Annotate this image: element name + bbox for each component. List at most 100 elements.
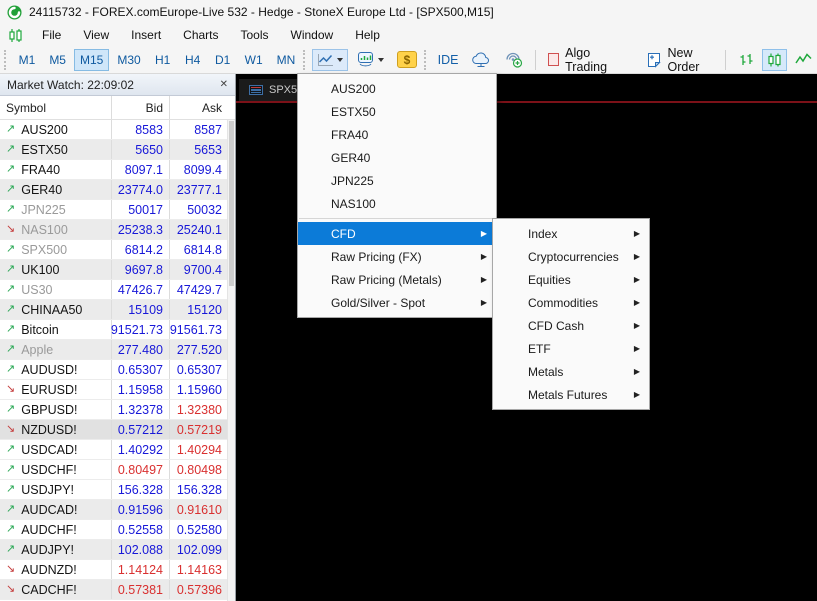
menu-file[interactable]: File [31, 25, 72, 45]
symbol-cell: ↘EURUSD! [0, 380, 112, 399]
bid-value: 1.32378 [112, 400, 170, 419]
menu-insert[interactable]: Insert [120, 25, 172, 45]
timeframe-button-h1[interactable]: H1 [149, 49, 177, 71]
symbol-cell: ↘NZDUSD! [0, 420, 112, 439]
scrollbar[interactable] [227, 120, 235, 601]
menu-charts[interactable]: Charts [172, 25, 229, 45]
column-header-symbol[interactable]: Symbol [0, 96, 112, 119]
ide-button[interactable]: IDE [433, 49, 464, 71]
timeframe-button-w1[interactable]: W1 [239, 49, 269, 71]
market-watch-row[interactable]: ↘EURUSD!1.159581.15960 [0, 380, 235, 400]
menu-tools[interactable]: Tools [230, 25, 280, 45]
menu-item-raw-pricing-fx-[interactable]: Raw Pricing (FX)▶ [298, 245, 496, 268]
toolbar-grip[interactable] [4, 50, 8, 70]
menu-item-aus200[interactable]: AUS200 [298, 77, 496, 100]
column-header-bid[interactable]: Bid [112, 96, 170, 119]
new-order-button[interactable]: New Order [641, 49, 719, 71]
menu-item-raw-pricing-metals-[interactable]: Raw Pricing (Metals)▶ [298, 268, 496, 291]
toolbar-grip[interactable] [424, 50, 428, 70]
search-community-button[interactable] [499, 49, 528, 71]
market-watch-row[interactable]: ↗CHINAA501510915120 [0, 300, 235, 320]
market-watch-row[interactable]: ↗Bitcoin91521.7391561.73 [0, 320, 235, 340]
menu-help[interactable]: Help [344, 25, 391, 45]
submenu-item-cryptocurrencies[interactable]: Cryptocurrencies▶ [493, 245, 649, 268]
market-watch-row[interactable]: ↘CADCHF!0.573810.57396 [0, 580, 235, 600]
timeframe-button-mn[interactable]: MN [271, 49, 302, 71]
symbol-name: AUDCAD! [21, 503, 77, 517]
menu-view[interactable]: View [72, 25, 120, 45]
menu-window[interactable]: Window [280, 25, 345, 45]
ask-value: 156.328 [170, 480, 228, 499]
market-watch-row[interactable]: ↗USDJPY!156.328156.328 [0, 480, 235, 500]
market-watch-row[interactable]: ↗SPX5006814.26814.8 [0, 240, 235, 260]
submenu-item-metals-futures[interactable]: Metals Futures▶ [493, 383, 649, 406]
bid-value: 8583 [112, 120, 170, 139]
line-chart-mode-button[interactable] [790, 49, 817, 71]
symbol-name: AUDUSD! [21, 363, 77, 377]
market-watch-row[interactable]: ↗UK1009697.89700.4 [0, 260, 235, 280]
ask-value: 1.15960 [170, 380, 228, 399]
window-title: 24115732 - FOREX.comEurope-Live 532 - He… [29, 5, 494, 19]
close-icon[interactable]: ✕ [220, 79, 228, 90]
market-watch-row[interactable]: ↗AUDCAD!0.915960.91610 [0, 500, 235, 520]
submenu-item-commodities[interactable]: Commodities▶ [493, 291, 649, 314]
menu-items: FileViewInsertChartsToolsWindowHelp [31, 25, 391, 45]
menu-item-jpn225[interactable]: JPN225 [298, 169, 496, 192]
menu-item-nas100[interactable]: NAS100 [298, 192, 496, 215]
submenu-item-etf[interactable]: ETF▶ [493, 337, 649, 360]
menu-item-ger40[interactable]: GER40 [298, 146, 496, 169]
symbol-cell: ↗SPX500 [0, 240, 112, 259]
symbol-name: US30 [21, 283, 52, 297]
menu-item-estx50[interactable]: ESTX50 [298, 100, 496, 123]
market-watch-row[interactable]: ↗USDCAD!1.402921.40294 [0, 440, 235, 460]
market-depth-dropdown-button[interactable] [351, 49, 389, 71]
market-watch-row[interactable]: ↗AUDCHF!0.525580.52580 [0, 520, 235, 540]
chart-type-dropdown-button[interactable] [312, 49, 348, 71]
column-header-ask[interactable]: Ask [170, 96, 228, 119]
symbol-name: ESTX50 [21, 143, 68, 157]
market-watch-row[interactable]: ↗JPN2255001750032 [0, 200, 235, 220]
market-watch-row[interactable]: ↗AUS20085838587 [0, 120, 235, 140]
market-watch-row[interactable]: ↗AUDUSD!0.653070.65307 [0, 360, 235, 380]
menu-item-cfd[interactable]: CFD▶ [298, 222, 496, 245]
submenu-item-equities[interactable]: Equities▶ [493, 268, 649, 291]
market-watch-row[interactable]: ↗USDCHF!0.804970.80498 [0, 460, 235, 480]
market-watch-row[interactable]: ↘NZDUSD!0.572120.57219 [0, 420, 235, 440]
market-watch-row[interactable]: ↗AUDJPY!102.088102.099 [0, 540, 235, 560]
symbol-cell: ↘AUDNZD! [0, 560, 112, 579]
market-watch-row[interactable]: ↗Apple277.480277.520 [0, 340, 235, 360]
market-watch-row[interactable]: ↗US3047426.747429.7 [0, 280, 235, 300]
scrollbar-thumb[interactable] [229, 121, 234, 286]
timeframe-button-m5[interactable]: M5 [43, 49, 72, 71]
app-logo-icon[interactable] [7, 5, 22, 20]
bid-value: 25238.3 [112, 220, 170, 239]
timeframe-button-h4[interactable]: H4 [179, 49, 207, 71]
trend-up-icon: ↗ [6, 164, 15, 175]
timeframe-button-m15[interactable]: M15 [74, 49, 109, 71]
dollar-button[interactable]: $ [392, 49, 422, 71]
menu-item-fra40[interactable]: FRA40 [298, 123, 496, 146]
timeframe-button-m30[interactable]: M30 [111, 49, 146, 71]
algo-trading-button[interactable]: Algo Trading [543, 49, 626, 71]
submenu-item-metals[interactable]: Metals▶ [493, 360, 649, 383]
cloud-button[interactable] [466, 49, 496, 71]
bar-chart-mode-button[interactable] [733, 49, 759, 71]
toolbar-grip[interactable] [303, 50, 307, 70]
chart-window-icon[interactable] [8, 28, 23, 43]
timeframe-button-d1[interactable]: D1 [209, 49, 237, 71]
menu-item-gold-silver-spot[interactable]: Gold/Silver - Spot▶ [298, 291, 496, 314]
market-watch-row[interactable]: ↘NAS10025238.325240.1 [0, 220, 235, 240]
market-watch-row[interactable]: ↘AUDNZD!1.141241.14163 [0, 560, 235, 580]
market-watch-row[interactable]: ↗ESTX5056505653 [0, 140, 235, 160]
market-watch-row[interactable]: ↗GER4023774.023777.1 [0, 180, 235, 200]
submenu-item-cfd-cash[interactable]: CFD Cash▶ [493, 314, 649, 337]
market-watch-row[interactable]: ↗FRA408097.18099.4 [0, 160, 235, 180]
ask-value: 1.32380 [170, 400, 228, 419]
algo-trading-icon [548, 53, 559, 66]
timeframe-button-m1[interactable]: M1 [13, 49, 42, 71]
submenu-item-index[interactable]: Index▶ [493, 222, 649, 245]
trend-up-icon: ↗ [6, 504, 15, 515]
candlestick-mode-button[interactable] [762, 49, 787, 71]
market-watch-title: Market Watch: 22:09:02 [7, 78, 134, 92]
market-watch-row[interactable]: ↗GBPUSD!1.323781.32380 [0, 400, 235, 420]
